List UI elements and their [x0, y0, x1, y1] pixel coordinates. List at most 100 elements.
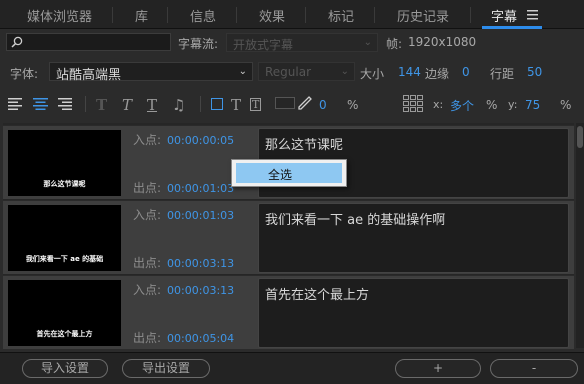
- out-point-timecode[interactable]: 00:00:03:13: [167, 257, 234, 270]
- caption-thumbnail: 首先在这个最上方: [8, 280, 121, 346]
- edge-label: 边缘: [425, 67, 450, 81]
- scrollbar-track[interactable]: [576, 123, 584, 348]
- in-point: 入点: 00:00:01:03: [133, 206, 234, 223]
- font-style-value: Regular: [265, 65, 312, 79]
- tab-divider: [470, 7, 471, 23]
- in-point-label: 入点:: [133, 208, 162, 222]
- thumbnail-caption-text: 首先在这个最上方: [36, 330, 93, 338]
- in-point-label: 入点:: [133, 283, 162, 297]
- caption-text: 那么这节课呢: [265, 138, 344, 153]
- caption-text: 首先在这个最上方: [265, 288, 370, 303]
- out-point-timecode[interactable]: 00:00:01:03: [167, 182, 234, 195]
- tab-divider: [374, 7, 375, 23]
- out-point: 出点: 00:00:05:04: [133, 329, 234, 346]
- edge-value[interactable]: 0: [462, 65, 470, 79]
- frame-size-value: 1920x1080: [408, 35, 477, 49]
- caption-stream-label: 字幕流:: [178, 37, 219, 51]
- out-point: 出点: 00:00:01:03: [133, 179, 234, 196]
- hamburger-menu-icon[interactable]: [527, 10, 538, 20]
- add-caption-button[interactable]: +: [395, 359, 481, 378]
- tab-divider: [305, 7, 306, 23]
- position-grid-icon[interactable]: [403, 95, 423, 113]
- x-value[interactable]: 多个: [450, 97, 474, 114]
- caption-text-field[interactable]: 首先在这个最上方: [258, 278, 569, 348]
- scrollbar-thumb[interactable]: [577, 126, 583, 148]
- opacity-value[interactable]: 0: [319, 98, 327, 112]
- search-input[interactable]: [6, 33, 171, 51]
- caption-text: 我们来看一下 ae 的基础操作啊: [265, 213, 446, 228]
- tab-effects[interactable]: 效果: [259, 6, 285, 25]
- tab-divider: [236, 7, 237, 23]
- bold-icon: T: [96, 96, 108, 114]
- remove-caption-button[interactable]: -: [490, 359, 578, 378]
- caption-thumbnail: 我们来看一下 ae 的基础: [8, 205, 121, 271]
- text-color-icon[interactable]: T: [231, 96, 241, 114]
- align-left-icon[interactable]: [8, 98, 22, 110]
- out-point-label: 出点:: [133, 256, 162, 270]
- tab-media-browser[interactable]: 媒体浏览器: [27, 6, 92, 25]
- chevron-down-icon: ⌄: [363, 37, 372, 48]
- caption-stream-value: 开放式字幕: [233, 38, 294, 52]
- align-right-icon[interactable]: [58, 98, 72, 110]
- font-size-value[interactable]: 144: [398, 65, 421, 79]
- line-spacing-value[interactable]: 50: [527, 65, 542, 79]
- thumbnail-caption-text: 那么这节课呢: [43, 180, 86, 188]
- panel-tab-bar: 媒体浏览器 库 信息 效果 标记 历史记录 字幕: [0, 0, 584, 29]
- chevron-down-icon: ⌄: [340, 66, 349, 77]
- caption-thumbnail: 那么这节课呢: [8, 130, 121, 196]
- frame-label: 帧:: [386, 37, 403, 51]
- outline-text-icon[interactable]: T: [250, 98, 262, 111]
- tab-markers[interactable]: 标记: [328, 6, 354, 25]
- in-point-timecode[interactable]: 00:00:01:03: [167, 209, 234, 222]
- line-spacing-label: 行距: [490, 67, 515, 81]
- chevron-down-icon: ⌄: [238, 66, 247, 77]
- music-note-icon[interactable]: ♫: [172, 96, 185, 114]
- tab-library[interactable]: 库: [135, 6, 148, 25]
- toolbar-divider: [85, 96, 86, 112]
- italic-icon[interactable]: T: [122, 96, 132, 114]
- in-point-label: 入点:: [133, 133, 162, 147]
- out-point-timecode[interactable]: 00:00:05:04: [167, 332, 234, 345]
- tab-divider: [167, 7, 168, 23]
- in-point-timecode[interactable]: 00:00:00:05: [167, 134, 234, 147]
- background-color-swatch[interactable]: [275, 97, 295, 109]
- toolbar-divider: [200, 96, 201, 112]
- font-family-value: 站酷高端黑: [56, 68, 122, 83]
- out-point: 出点: 00:00:03:13: [133, 254, 234, 271]
- tab-captions[interactable]: 字幕: [491, 6, 517, 25]
- opacity-percent: %: [347, 98, 359, 112]
- select-all-label: 全选: [268, 168, 293, 182]
- out-point-label: 出点:: [133, 181, 162, 195]
- out-point-label: 出点:: [133, 331, 162, 345]
- x-label: x:: [433, 98, 444, 111]
- y-percent: %: [560, 98, 572, 112]
- underline-icon[interactable]: T: [147, 96, 157, 114]
- in-point: 入点: 00:00:00:05: [133, 131, 234, 148]
- caption-row[interactable]: 我们来看一下 ae 的基础 入点: 00:00:01:03 出点: 00:00:03…: [3, 200, 574, 274]
- eyedropper-icon[interactable]: [298, 96, 312, 112]
- align-center-icon[interactable]: [33, 98, 48, 110]
- caption-list: 那么这节课呢 入点: 00:00:00:05 出点: 00:00:01:03 那么这…: [3, 123, 574, 349]
- x-percent: %: [486, 98, 498, 112]
- font-style-dropdown: Regular ⌄: [258, 62, 355, 81]
- context-menu-select-all[interactable]: 全选: [236, 163, 342, 183]
- caption-text-field[interactable]: 我们来看一下 ae 的基础操作啊: [258, 203, 569, 273]
- font-label: 字体:: [10, 67, 39, 81]
- tab-info[interactable]: 信息: [190, 6, 216, 25]
- export-settings-button[interactable]: 导出设置: [122, 359, 210, 378]
- context-menu: 全选: [231, 159, 347, 187]
- fill-color-swatch[interactable]: [211, 98, 223, 110]
- thumbnail-caption-text: 我们来看一下 ae 的基础: [25, 255, 104, 263]
- import-settings-button[interactable]: 导入设置: [22, 359, 108, 378]
- caption-row[interactable]: 首先在这个最上方 入点: 00:00:03:13 出点: 00:00:05:04 首…: [3, 275, 574, 349]
- search-icon: [11, 36, 23, 48]
- y-label: y:: [508, 98, 518, 111]
- y-value[interactable]: 75: [525, 98, 540, 112]
- font-family-dropdown[interactable]: 站酷高端黑 ⌄: [49, 62, 253, 83]
- in-point: 入点: 00:00:03:13: [133, 281, 234, 298]
- in-point-timecode[interactable]: 00:00:03:13: [167, 284, 234, 297]
- font-size-label: 大小: [360, 67, 385, 81]
- caption-stream-dropdown: 开放式字幕 ⌄: [226, 33, 378, 52]
- tab-divider: [112, 7, 113, 23]
- tab-history[interactable]: 历史记录: [397, 6, 449, 25]
